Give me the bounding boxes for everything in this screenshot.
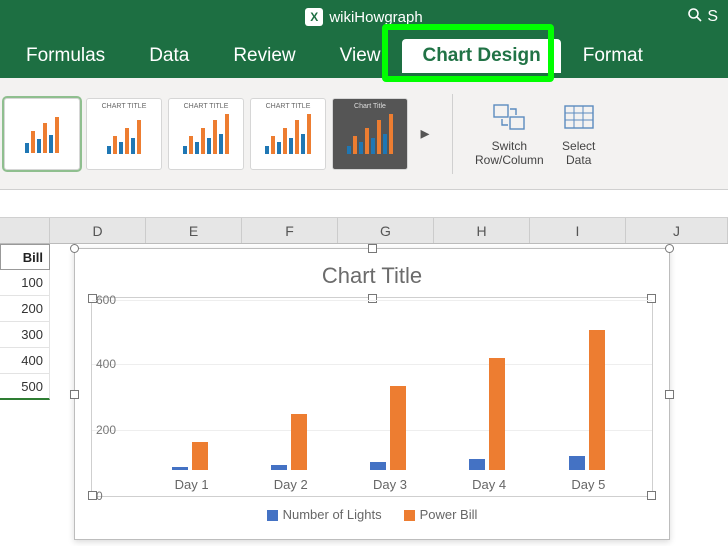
chart-style-5[interactable]: Chart Title: [332, 98, 408, 170]
resize-handle[interactable]: [665, 390, 674, 399]
x-axis-labels: Day 1 Day 2 Day 3 Day 4 Day 5: [142, 477, 638, 492]
ribbon-chart-design: CHART TITLE CHART TITLE CHART TITLE Char…: [0, 78, 728, 190]
chart-title[interactable]: Chart Title: [75, 263, 669, 289]
switch-row-column-button[interactable]: Switch Row/Column: [469, 97, 550, 171]
chart-plot-area[interactable]: 0 200 400 600 Day 1 Day 2 Day 3 Day 4 Da…: [91, 297, 653, 497]
col-header-i[interactable]: I: [530, 218, 626, 243]
bar-lights-day4: [469, 459, 485, 470]
switch-row-column-icon: [492, 101, 526, 135]
cell-b5[interactable]: 500: [0, 374, 50, 400]
bar-bill-day2: [291, 414, 307, 470]
bar-lights-day2: [271, 465, 287, 470]
bar-lights-day1: [172, 467, 188, 470]
x-label: Day 2: [274, 477, 308, 492]
bar-bill-day1: [192, 442, 208, 470]
ribbon-tabs: Formulas Data Review View Chart Design F…: [0, 34, 728, 78]
col-header-g[interactable]: G: [338, 218, 434, 243]
chart-style-4[interactable]: CHART TITLE: [250, 98, 326, 170]
col-header-j[interactable]: J: [626, 218, 728, 243]
select-data-label: Select Data: [562, 139, 595, 167]
legend-item-lights: Number of Lights: [267, 507, 382, 522]
tab-data[interactable]: Data: [127, 37, 211, 75]
chart-style-3[interactable]: CHART TITLE: [168, 98, 244, 170]
resize-handle[interactable]: [368, 294, 377, 303]
tab-format[interactable]: Format: [561, 37, 665, 75]
y-tick-600: 600: [96, 293, 116, 307]
resize-handle[interactable]: [70, 244, 79, 253]
embedded-chart[interactable]: Chart Title 0 200 400 600: [74, 248, 670, 540]
search-icon: [687, 7, 703, 28]
tab-formulas[interactable]: Formulas: [4, 37, 127, 75]
select-data-icon: [562, 101, 596, 135]
y-tick-0: 0: [96, 489, 103, 503]
resize-handle[interactable]: [70, 390, 79, 399]
document-title: X wikiHowgraph: [305, 8, 422, 26]
col-header-e[interactable]: E: [146, 218, 242, 243]
search-placeholder: S: [707, 8, 718, 26]
cell-b3[interactable]: 300: [0, 322, 50, 348]
col-header-h[interactable]: H: [434, 218, 530, 243]
title-bar: X wikiHowgraph S: [0, 0, 728, 34]
x-label: Day 1: [175, 477, 209, 492]
bar-bill-day3: [390, 386, 406, 470]
chart-legend[interactable]: Number of Lights Power Bill: [92, 507, 652, 522]
x-label: Day 3: [373, 477, 407, 492]
resize-handle[interactable]: [665, 244, 674, 253]
bar-lights-day5: [569, 456, 585, 470]
resize-handle[interactable]: [647, 491, 656, 500]
col-header-f[interactable]: F: [242, 218, 338, 243]
y-tick-200: 200: [96, 423, 116, 437]
plot-bars: [142, 310, 638, 470]
col-header-blank[interactable]: [0, 218, 50, 243]
tab-chart-design[interactable]: Chart Design: [402, 39, 560, 73]
legend-item-bill: Power Bill: [404, 507, 478, 522]
x-label: Day 4: [472, 477, 506, 492]
col-header-d[interactable]: D: [50, 218, 146, 243]
search-box[interactable]: S: [687, 7, 718, 28]
legend-swatch-icon: [404, 510, 415, 521]
excel-file-icon: X: [305, 8, 323, 26]
cell-b4[interactable]: 400: [0, 348, 50, 374]
chart-style-1[interactable]: [4, 98, 80, 170]
gridline: [92, 300, 652, 301]
resize-handle[interactable]: [647, 294, 656, 303]
resize-handle[interactable]: [368, 244, 377, 253]
chart-styles-more[interactable]: ▸: [414, 123, 436, 144]
tab-review[interactable]: Review: [211, 37, 317, 75]
ribbon-separator: [452, 94, 453, 174]
worksheet-grid[interactable]: Bill 100 200 300 400 500 Chart Title 0 2…: [0, 244, 728, 546]
cell-b1[interactable]: 100: [0, 270, 50, 296]
y-tick-400: 400: [96, 357, 116, 371]
x-label: Day 5: [571, 477, 605, 492]
bar-bill-day5: [589, 330, 605, 470]
column-headers: D E F G H I J: [0, 218, 728, 244]
formula-bar[interactable]: [0, 190, 728, 218]
switch-row-column-label: Switch Row/Column: [475, 139, 544, 167]
tab-view[interactable]: View: [318, 37, 403, 75]
select-data-button[interactable]: Select Data: [556, 97, 602, 171]
chart-style-2[interactable]: CHART TITLE: [86, 98, 162, 170]
legend-swatch-icon: [267, 510, 278, 521]
bar-bill-day4: [489, 358, 505, 470]
cell-b2[interactable]: 200: [0, 296, 50, 322]
bar-lights-day3: [370, 462, 386, 470]
document-name: wikiHowgraph: [329, 9, 422, 26]
cell-header-bill[interactable]: Bill: [0, 244, 50, 270]
